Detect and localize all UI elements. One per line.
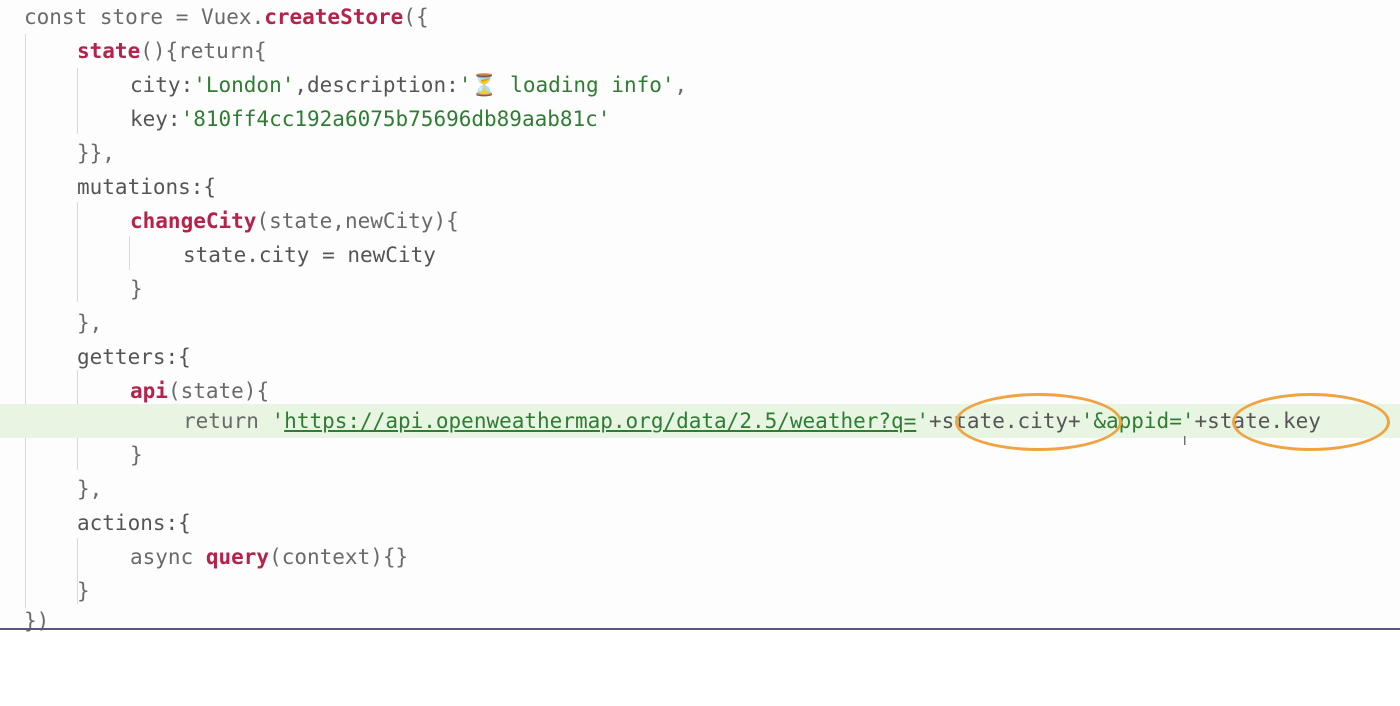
code-text: const store = Vuex.createStore({ xyxy=(24,5,429,29)
code-text: getters:{ xyxy=(77,345,191,369)
code-line[interactable]: } xyxy=(0,438,1400,472)
code-text: mutations:{ xyxy=(77,175,217,199)
code-text: changeCity(state,newCity){ xyxy=(130,209,459,233)
annotation-oval-city xyxy=(955,393,1122,451)
code-line[interactable]: state.city = newCity xyxy=(0,238,1400,272)
code-text: }, xyxy=(77,311,103,335)
code-text: city:'London',description:'⏳ loading inf… xyxy=(130,73,688,97)
code-line[interactable]: key:'810ff4cc192a6075b75696db89aab81c' xyxy=(0,102,1400,136)
code-line[interactable]: }, xyxy=(0,472,1400,506)
code-text: } xyxy=(130,443,143,467)
code-line[interactable]: actions:{ xyxy=(0,506,1400,540)
code-text: async query(context){} xyxy=(130,545,409,569)
code-line[interactable]: mutations:{ xyxy=(0,170,1400,204)
code-line[interactable]: state(){return{ xyxy=(0,34,1400,68)
code-editor[interactable]: const store = Vuex.createStore({ state()… xyxy=(0,0,1400,633)
code-text: } xyxy=(77,579,90,603)
code-line-active[interactable]: return 'https://api.openweathermap.org/d… xyxy=(0,404,1400,438)
code-text: api(state){ xyxy=(130,379,270,403)
code-line[interactable]: city:'London',description:'⏳ loading inf… xyxy=(0,68,1400,102)
code-text: state.city = newCity xyxy=(183,243,436,267)
code-line[interactable]: }, xyxy=(0,306,1400,340)
code-text: } xyxy=(130,277,143,301)
code-line[interactable]: getters:{ xyxy=(0,340,1400,374)
bottom-border xyxy=(0,628,1400,630)
text-cursor-icon: I xyxy=(1183,434,1187,448)
code-line[interactable]: changeCity(state,newCity){ xyxy=(0,204,1400,238)
url-link: https://api.openweathermap.org/data/2.5/… xyxy=(284,409,917,433)
code-text: }) xyxy=(24,609,50,633)
code-line[interactable]: async query(context){} xyxy=(0,540,1400,574)
code-text: }, xyxy=(77,477,103,501)
code-line[interactable]: } xyxy=(0,272,1400,306)
code-line[interactable]: const store = Vuex.createStore({ xyxy=(0,0,1400,34)
code-line[interactable]: api(state){ xyxy=(0,374,1400,408)
code-line[interactable]: }) xyxy=(0,604,1400,638)
code-text: actions:{ xyxy=(77,511,191,535)
annotation-oval-key xyxy=(1232,393,1390,451)
code-line[interactable]: } xyxy=(0,574,1400,608)
code-text: state(){return{ xyxy=(77,39,267,63)
code-text: key:'810ff4cc192a6075b75696db89aab81c' xyxy=(130,107,611,131)
code-text: }}, xyxy=(77,141,115,165)
code-text: return 'https://api.openweathermap.org/d… xyxy=(183,409,1321,433)
code-line[interactable]: }}, xyxy=(0,136,1400,170)
